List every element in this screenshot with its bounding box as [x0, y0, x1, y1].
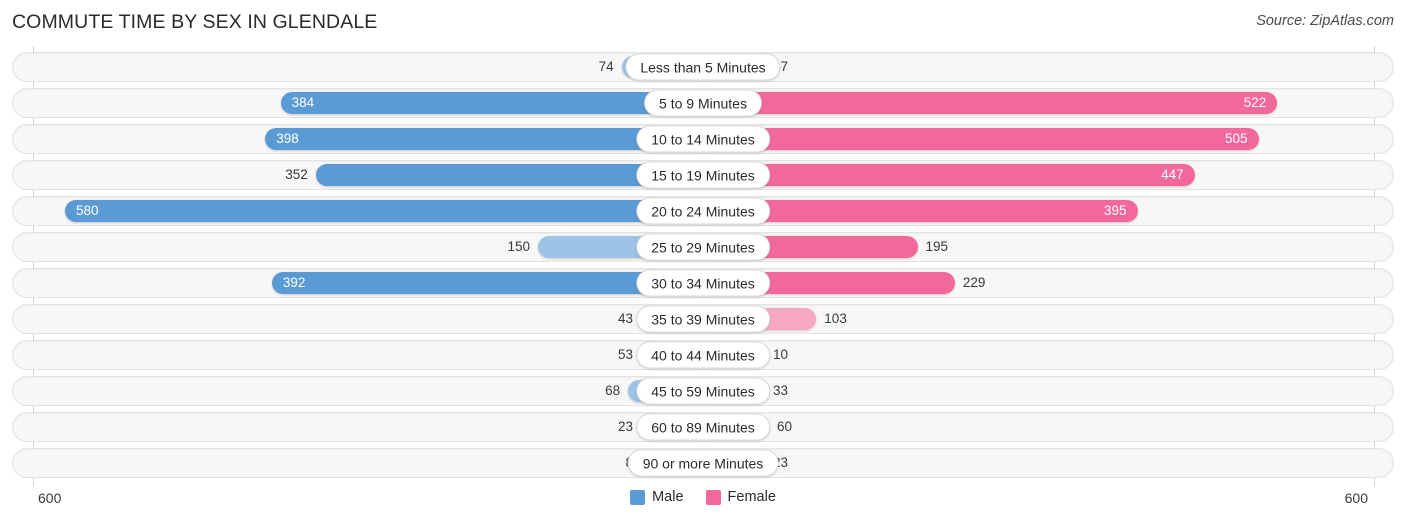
male-bar[interactable]: 580 — [65, 200, 703, 222]
female-half: 522 — [703, 89, 1393, 117]
category-label: 60 to 89 Minutes — [636, 413, 770, 441]
male-half: 74 — [13, 53, 703, 81]
table-row[interactable]: 74 47 Less than 5 Minutes — [12, 52, 1394, 82]
female-half: 10 — [703, 341, 1393, 369]
category-label: 5 to 9 Minutes — [644, 89, 762, 117]
male-half: 384 — [13, 89, 703, 117]
legend-swatch-icon — [705, 489, 721, 505]
category-label: 30 to 34 Minutes — [636, 269, 770, 297]
female-value-label: 522 — [1243, 95, 1267, 111]
category-label: 25 to 29 Minutes — [636, 233, 770, 261]
table-row[interactable]: 82390 or more Minutes — [12, 448, 1394, 478]
legend-item-female[interactable]: Female — [705, 489, 776, 505]
table-row[interactable]: 150 195 25 to 29 Minutes — [12, 232, 1394, 262]
table-row[interactable]: 384 522 5 to 9 Minutes — [12, 88, 1394, 118]
category-label: Less than 5 Minutes — [625, 53, 781, 81]
source-attribution: Source: ZipAtlas.com — [1256, 13, 1394, 29]
male-half: 352 — [13, 161, 703, 189]
male-half: 68 — [13, 377, 703, 405]
bar-rows: 74 47 Less than 5 Minutes 384 522 5 to 9 Minu… — [12, 52, 1394, 484]
male-value-label: 74 — [598, 59, 614, 75]
male-value-label: 580 — [76, 203, 99, 219]
legend-item-male[interactable]: Male — [630, 489, 684, 505]
female-bar[interactable]: 447 — [703, 164, 1195, 186]
male-bar[interactable]: 384 — [280, 92, 703, 114]
category-label: 20 to 24 Minutes — [636, 197, 770, 225]
table-row[interactable]: 392 229 30 to 34 Minutes — [12, 268, 1394, 298]
female-half: 395 — [703, 197, 1393, 225]
female-value-label: 10 — [773, 347, 789, 363]
chart-legend: Male Female — [0, 489, 1406, 505]
male-value-label: 23 — [617, 419, 633, 435]
male-half: 23 — [13, 413, 703, 441]
male-value-label: 392 — [282, 275, 306, 291]
category-label: 35 to 39 Minutes — [636, 305, 770, 333]
female-value-label: 33 — [773, 383, 789, 399]
male-half: 580 — [13, 197, 703, 225]
category-label: 45 to 59 Minutes — [636, 377, 770, 405]
male-half: 398 — [13, 125, 703, 153]
category-label: 15 to 19 Minutes — [636, 161, 770, 189]
chart-plot-area: 74 47 Less than 5 Minutes 384 522 5 to 9 Minu… — [0, 46, 1406, 486]
male-value-label: 68 — [605, 383, 621, 399]
female-value-label: 447 — [1161, 167, 1184, 183]
category-label: 90 or more Minutes — [627, 449, 779, 477]
male-value-label: 398 — [276, 131, 299, 147]
male-value-label: 352 — [285, 167, 308, 183]
female-half: 505 — [703, 125, 1393, 153]
female-half: 47 — [703, 53, 1393, 81]
female-bar[interactable]: 522 — [703, 92, 1278, 114]
male-value-label: 53 — [617, 347, 633, 363]
table-row[interactable]: 68 33 45 to 59 Minutes — [12, 376, 1394, 406]
female-value-label: 103 — [824, 311, 847, 327]
male-half: 392 — [13, 269, 703, 297]
legend-item-label: Female — [727, 489, 776, 505]
male-value-label: 150 — [507, 239, 530, 255]
chart-header: COMMUTE TIME BY SEX IN GLENDALE Source: … — [0, 0, 1406, 46]
table-row[interactable]: 398 505 10 to 14 Minutes — [12, 124, 1394, 154]
female-value-label: 229 — [962, 275, 986, 291]
female-half: 447 — [703, 161, 1393, 189]
female-value-label: 195 — [925, 239, 949, 255]
table-row[interactable]: 580 395 20 to 24 Minutes — [12, 196, 1394, 226]
table-row[interactable]: 53 10 40 to 44 Minutes — [12, 340, 1394, 370]
table-row[interactable]: 23 60 60 to 89 Minutes — [12, 412, 1394, 442]
female-value-label: 505 — [1224, 131, 1248, 147]
male-value-label: 43 — [617, 311, 633, 327]
female-half: 103 — [703, 305, 1393, 333]
female-half: 195 — [703, 233, 1393, 261]
female-half: 60 — [703, 413, 1393, 441]
table-row[interactable]: 352 447 15 to 19 Minutes — [12, 160, 1394, 190]
female-value-label: 60 — [777, 419, 793, 435]
female-half: 23 — [703, 449, 1393, 477]
chart-footer: 600 600 Male Female — [0, 486, 1406, 523]
male-half: 8 — [13, 449, 703, 477]
female-half: 229 — [703, 269, 1393, 297]
male-half: 150 — [13, 233, 703, 261]
female-value-label: 395 — [1103, 203, 1127, 219]
male-half: 43 — [13, 305, 703, 333]
male-value-label: 384 — [291, 95, 315, 111]
female-half: 33 — [703, 377, 1393, 405]
legend-swatch-icon — [630, 489, 646, 505]
legend-item-label: Male — [652, 489, 684, 505]
male-half: 53 — [13, 341, 703, 369]
category-label: 10 to 14 Minutes — [636, 125, 770, 153]
table-row[interactable]: 43 103 35 to 39 Minutes — [12, 304, 1394, 334]
female-bar[interactable]: 505 — [703, 128, 1259, 150]
page-title: COMMUTE TIME BY SEX IN GLENDALE — [12, 11, 378, 33]
category-label: 40 to 44 Minutes — [636, 341, 770, 369]
